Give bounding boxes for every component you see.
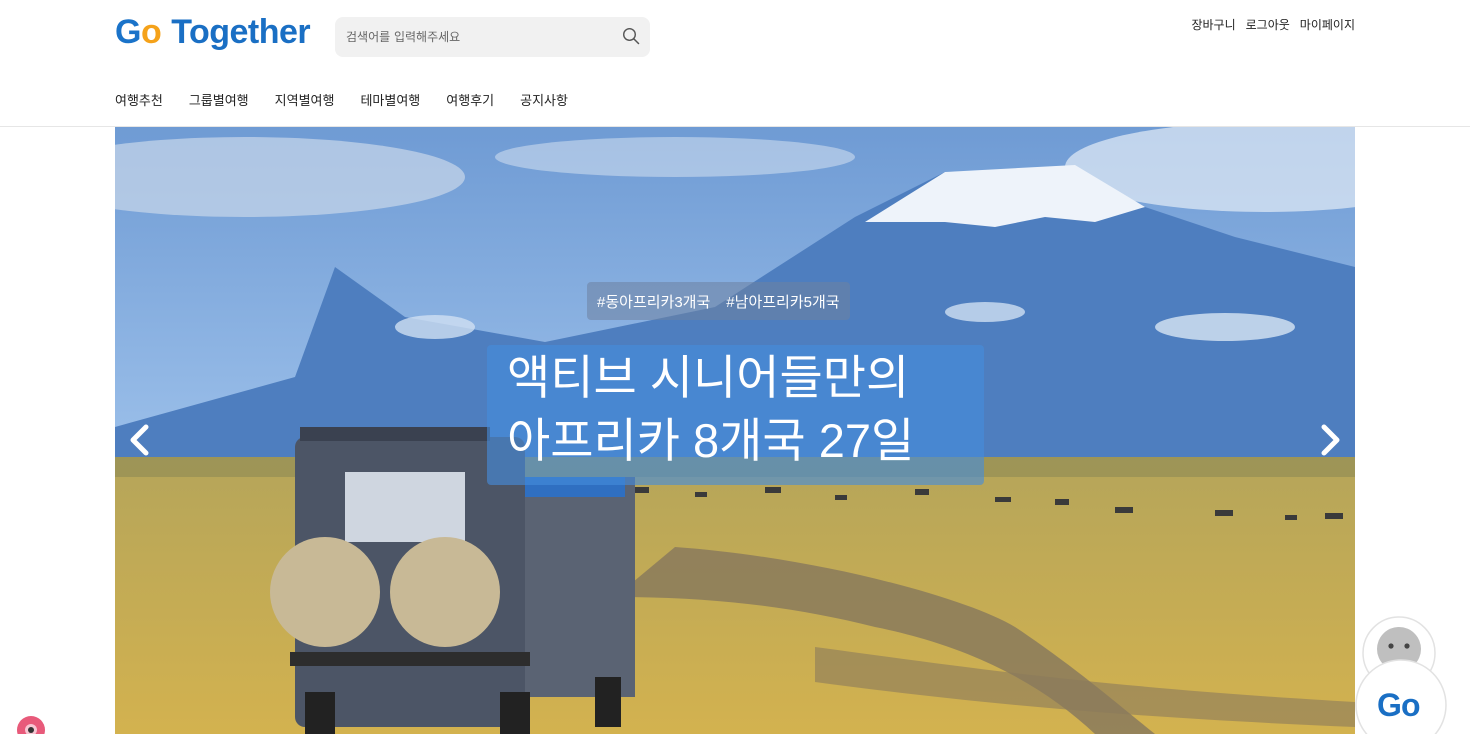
- logo-wordmark: Together: [171, 13, 311, 51]
- search-input[interactable]: [335, 17, 605, 57]
- search-box: [335, 17, 650, 57]
- svg-text:o: o: [1401, 687, 1421, 723]
- hero-headline-line1: 액티브 시니어들만의: [507, 351, 910, 404]
- mypage-link[interactable]: 마이페이지: [1300, 16, 1355, 33]
- chevron-left-icon[interactable]: [126, 423, 154, 457]
- nav-item-theme[interactable]: 테마별여행: [360, 90, 420, 109]
- hero-tag[interactable]: #동아프리카3개국: [597, 291, 710, 312]
- chatbot-label: G: [1377, 687, 1402, 723]
- chevron-right-icon[interactable]: [1316, 423, 1344, 457]
- nav-item-region[interactable]: 지역별여행: [275, 90, 335, 109]
- nav-item-notice[interactable]: 공지사항: [520, 90, 568, 109]
- main-nav: 여행추천 그룹별여행 지역별여행 테마별여행 여행후기 공지사항: [115, 90, 568, 109]
- cart-link[interactable]: 장바구니: [1191, 16, 1235, 33]
- nav-item-group[interactable]: 그룹별여행: [189, 90, 249, 109]
- hero-tags: #동아프리카3개국 #남아프리카5개국: [587, 282, 850, 320]
- utility-nav: 장바구니 로그아웃 마이페이지: [1191, 16, 1355, 33]
- logo-letter-o: o: [140, 13, 162, 51]
- hero-headline-line2: 아프리카 8개국 27일: [507, 414, 915, 467]
- site-header: GoTogether 장바구니 로그아웃 마이페이지 여행추천 그룹별여행 지역…: [0, 0, 1470, 127]
- flower-icon: [17, 716, 45, 734]
- search-icon[interactable]: [622, 27, 640, 45]
- hero-headline: 액티브 시니어들만의 아프리카 8개국 27일: [487, 345, 984, 485]
- chatbot-icon[interactable]: G o: [1355, 615, 1451, 734]
- logout-link[interactable]: 로그아웃: [1246, 16, 1290, 33]
- hero-tag[interactable]: #남아프리카5개국: [726, 291, 839, 312]
- nav-item-review[interactable]: 여행후기: [446, 90, 494, 109]
- nav-item-recommend[interactable]: 여행추천: [115, 90, 163, 109]
- logo[interactable]: Go Together: [115, 10, 311, 54]
- logo-letter-g: G: [115, 13, 141, 51]
